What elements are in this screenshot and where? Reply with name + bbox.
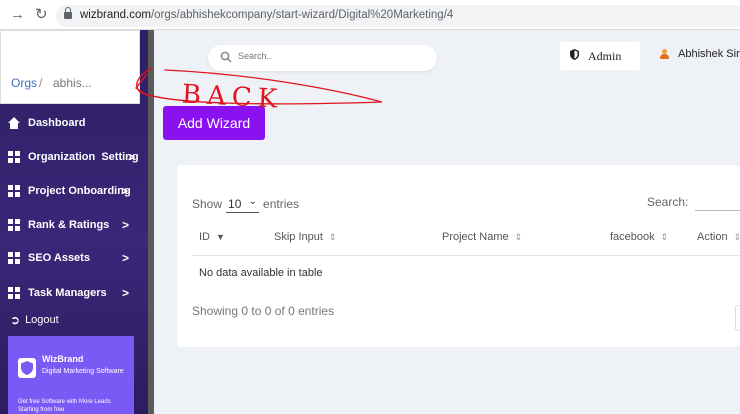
sidebar-item-label: Rank & Ratings [28,219,110,231]
arrow-right-icon[interactable]: → [10,6,25,24]
browser-toolbar: → ↻ wizbrand.com/orgs/abhishekcompany/st… [0,0,740,30]
search-icon [220,50,232,68]
chevron-down-icon: ⌄ [248,196,258,207]
sidebar-item-label: Organization Setting [28,151,139,163]
chevron-right-icon[interactable]: > [128,150,135,164]
sidebar-item-label: Project Onboarding [28,185,131,197]
table-empty-message: No data available in table [199,267,323,279]
sidebar-item-organization-setting[interactable]: Organization Setting [8,147,139,167]
chevron-right-icon[interactable]: > [122,251,129,265]
column-header-skip-input[interactable]: Skip Input ⇕ [274,231,336,243]
breadcrumb-root-link[interactable]: Orgs [11,76,37,90]
avatar-icon [660,49,669,59]
global-search[interactable] [208,45,437,71]
sort-desc-icon: ▼ [216,232,225,242]
admin-button[interactable]: Admin [560,42,640,70]
wizard-table-card: Show 10 ⌄ entries Search: ID ▼ Skip Input… [177,165,740,347]
sort-icon: ⇕ [514,231,523,242]
column-label: facebook [610,231,655,243]
search-input[interactable] [238,51,418,61]
promo-tagline: Digital Marketing Software [42,368,124,375]
chevron-right-icon[interactable]: > [121,184,128,198]
table-search-input[interactable] [695,210,740,211]
breadcrumb-current: abhis... [53,76,92,90]
sidebar-item-label: Task Managers [28,287,107,299]
address-bar[interactable]: wizbrand.com/orgs/abhishekcompany/start-… [56,5,740,27]
column-label: Action [697,231,728,243]
promo-note: Get free Software with More Leads Starti… [18,399,111,413]
sort-icon: ⇕ [733,231,740,242]
home-icon [8,117,20,129]
promo-card[interactable]: WizBrand Digital Marketing Software Get … [8,336,134,414]
entries-select[interactable]: 10 ⌄ [226,195,260,213]
sidebar-scrollbar[interactable] [148,30,154,414]
sort-icon: ⇕ [328,231,337,242]
column-header-id[interactable]: ID ▼ [199,231,225,243]
grid-icon [8,185,20,197]
promo-brand: WizBrand [42,354,84,364]
sidebar-item-rank-ratings[interactable]: Rank & Ratings [8,215,109,235]
sidebar-item-task-managers[interactable]: Task Managers [8,283,107,303]
admin-label: Admin [588,48,622,63]
url-text: wizbrand.com/orgs/abhishekcompany/start-… [80,9,454,21]
show-label: Show [192,197,223,211]
grid-icon [8,151,20,163]
entries-length-control: Show 10 ⌄ entries [192,195,299,213]
sort-icon: ⇕ [660,231,669,242]
chevron-right-icon[interactable]: > [122,218,129,232]
entries-label: entries [263,197,300,211]
grid-icon [8,287,20,299]
add-wizard-button[interactable]: Add Wizard [163,106,265,140]
column-header-facebook[interactable]: facebook ⇕ [610,231,668,243]
user-menu[interactable]: Abhishek Singh [660,48,740,60]
column-header-action[interactable]: Action ⇕ [697,231,740,243]
shield-icon [570,48,579,64]
table-header-divider [192,255,740,256]
lock-icon [64,7,72,19]
logout-label: Logout [25,314,59,326]
column-label: Project Name [442,231,509,243]
grid-icon [8,219,20,231]
logout-icon: ➲ [10,313,21,327]
sidebar-item-label: Dashboard [28,117,86,129]
sidebar-item-label: SEO Assets [28,252,90,264]
reload-icon[interactable]: ↻ [35,6,48,24]
logout-link[interactable]: ➲ Logout [10,313,59,327]
entries-value: 10 [228,196,242,211]
table-search-label: Search: [647,195,689,209]
breadcrumb: Orgs / abhis... [0,30,140,104]
table-info: Showing 0 to 0 of 0 entries [192,304,335,318]
pagination[interactable] [735,305,740,331]
chevron-right-icon[interactable]: > [122,286,129,300]
sidebar-item-dashboard[interactable]: Dashboard [8,113,85,133]
user-name: Abhishek Singh [678,48,740,60]
shield-logo-icon [18,358,36,378]
column-label: ID [199,231,210,243]
grid-icon [8,252,20,264]
column-label: Skip Input [274,231,323,243]
breadcrumb-separator: / [39,76,43,90]
sidebar-item-project-onboarding[interactable]: Project Onboarding [8,181,131,201]
sidebar-item-seo-assets[interactable]: SEO Assets [8,248,90,268]
column-header-project-name[interactable]: Project Name ⇕ [442,231,522,243]
